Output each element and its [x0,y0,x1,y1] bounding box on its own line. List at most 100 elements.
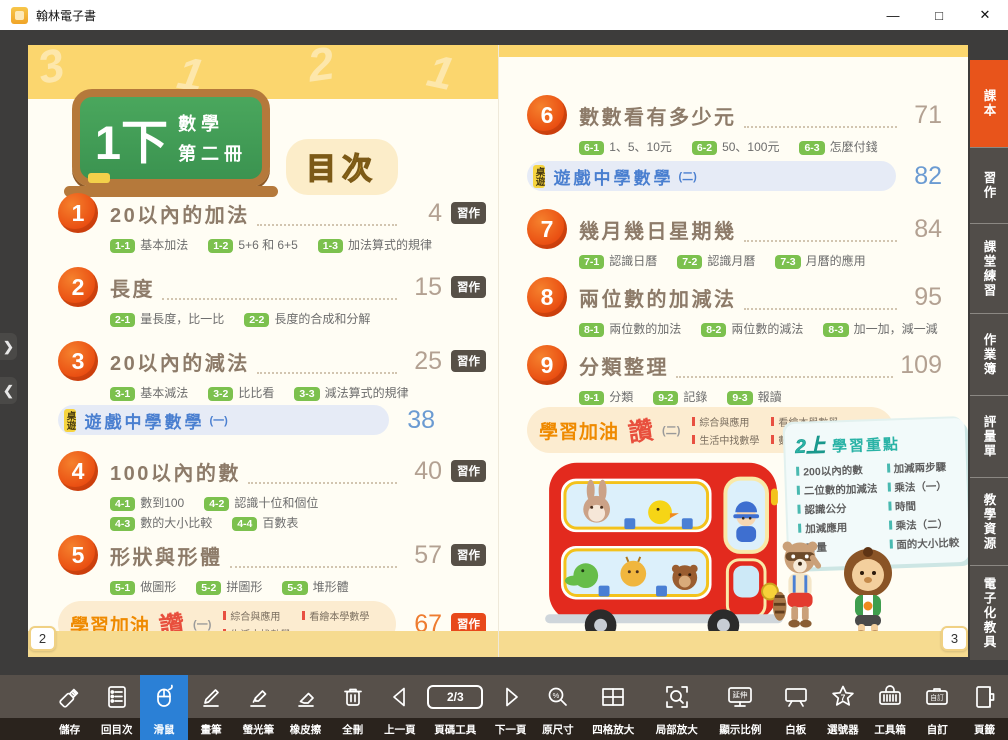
toc-subsection[interactable]: 8-1兩位數的加法 [579,320,681,337]
tool-toolbox[interactable]: 工具箱 [867,675,914,740]
partial-zoom-icon [663,675,691,718]
watermark-digit: 1 [423,45,459,99]
display-ratio-icon: 延伸 [725,675,755,718]
close-button[interactable]: ✕ [962,0,1008,30]
tool-four-grid-zoom[interactable]: 四格放大 [581,675,645,740]
chapter-link[interactable]: 8 兩位數的加減法 95 [527,277,942,317]
toc-subsection[interactable]: 3-3減法算式的規律 [294,384,408,401]
toc-subsection[interactable]: 4-1數到100 [110,494,184,511]
chapter-subsections: 6-11、5、10元 6-250、100元 6-3怎麼付錢 [579,138,942,155]
workbook-badge[interactable]: 習作 [451,460,486,482]
workbook-badge[interactable]: 習作 [451,202,486,224]
tab-teaching-resources[interactable]: 教學資源 [970,478,1008,566]
toc-subsection[interactable]: 3-2比比看 [208,384,274,401]
dotted-leader [744,298,898,310]
toc-subsection[interactable]: 6-250、100元 [692,138,780,155]
toc-subsection[interactable]: 2-1量長度，比一比 [110,310,224,327]
chapter-link[interactable]: 5 形狀與形體 57 習作 [58,535,486,575]
school-bus-illustration [539,437,787,645]
tool-eraser[interactable]: 橡皮擦 [282,675,329,740]
tab-digital-tools[interactable]: 電子化教具 [970,566,1008,660]
dotted-leader [744,116,898,128]
toc-list-right: 6 數數看有多少元 71 6-11、5、10元 6-250、100元 6-3怎麼… [527,95,942,453]
toc-subsection[interactable]: 5-2拼圖形 [196,578,262,595]
chapter-title: 20以內的減法 [110,347,250,376]
tool-next-page[interactable]: 下一頁 [487,675,534,740]
toc-subsection[interactable]: 4-4百數表 [232,514,298,531]
workbook-badge[interactable]: 習作 [451,544,486,566]
dotted-leader [162,288,397,300]
toc-subsection[interactable]: 3-1基本減法 [110,384,188,401]
page-right: 6 數數看有多少元 71 6-11、5、10元 6-250、100元 6-3怎麼… [498,45,968,657]
sidebar-expand-button[interactable]: ❯ [0,333,17,360]
toc-subsection[interactable]: 1-1基本加法 [110,236,188,253]
boardgame-row-2: 桌遊 遊戲中學數學 (二) 82 [527,161,942,191]
toc-subsection[interactable]: 6-11、5、10元 [579,138,672,155]
toc-subsection[interactable]: 7-3月曆的應用 [775,252,865,269]
page-number-badge-right[interactable]: 3 [941,626,968,651]
boardgame-link[interactable]: 桌遊 遊戲中學數學 (一) [58,405,389,435]
workbook-badge[interactable]: 習作 [451,350,486,372]
boardgame-link[interactable]: 桌遊 遊戲中學數學 (二) [527,161,896,191]
tool-original-size[interactable]: % 原尺寸 [534,675,581,740]
tool-whiteboard[interactable]: 白板 [772,675,819,740]
chapter-link[interactable]: 1 20以內的加法 4 習作 [58,193,486,233]
chapter-link[interactable]: 6 數數看有多少元 71 [527,95,942,135]
chapter-title: 20以內的加法 [110,199,250,228]
chapter-link[interactable]: 2 長度 15 習作 [58,267,486,307]
tab-workbook[interactable]: 習作 [970,148,1008,224]
tool-save[interactable]: 儲存 [46,675,93,740]
tool-partial-zoom[interactable]: 局部放大 [645,675,709,740]
toc-subsection[interactable]: 9-3報讀 [727,388,781,405]
maximize-button[interactable]: □ [916,0,962,30]
sidebar-collapse-button[interactable]: ❮ [0,377,17,404]
tool-highlighter[interactable]: 螢光筆 [235,675,282,740]
toc-subsection[interactable]: 5-3堆形體 [282,578,348,595]
tool-prev-page[interactable]: 上一頁 [376,675,423,740]
toc-subsection[interactable]: 9-2記錄 [653,388,707,405]
tab-homework-book[interactable]: 作業簿 [970,314,1008,396]
chapter-link[interactable]: 3 20以內的減法 25 習作 [58,341,486,381]
toc-subsection[interactable]: 9-1分類 [579,388,633,405]
boardgame-badge: 桌遊 [64,409,76,432]
tool-number-picker[interactable]: 7 選號器 [819,675,866,740]
toc-subsection[interactable]: 7-1認識日曆 [579,252,657,269]
toc-subsection[interactable]: 8-2兩位數的減法 [701,320,803,337]
dotted-leader [257,214,397,226]
tab-assessment-sheet[interactable]: 評量單 [970,396,1008,478]
chapter-link[interactable]: 7 幾月幾日星期幾 84 [527,209,942,249]
tool-page-tab[interactable]: 頁籤 [961,675,1008,740]
tool-delete-all[interactable]: 全刪 [329,675,376,740]
workbook-badge[interactable]: 習作 [451,276,486,298]
chapter-subsections: 5-1做圖形 5-2拼圖形 5-3堆形體 [110,578,486,595]
tab-class-practice[interactable]: 課堂練習 [970,224,1008,314]
toc-subsection[interactable]: 1-3加法算式的規律 [318,236,432,253]
tool-display-ratio[interactable]: 延伸 顯示比例 [709,675,773,740]
chapter-link[interactable]: 9 分類整理 109 [527,345,942,385]
chapter-link[interactable]: 4 100以內的數 40 習作 [58,451,486,491]
tool-mouse[interactable]: 滑鼠 [140,675,187,740]
chapter-title: 幾月幾日星期幾 [579,215,737,244]
minimize-button[interactable]: — [870,0,916,30]
toc-subsection[interactable]: 7-2認識月曆 [677,252,755,269]
tool-back-to-toc[interactable]: 回目次 [93,675,140,740]
toc-chapter-2: 2 長度 15 習作 2-1量長度，比一比 2-2長度的合成和分解 [58,267,486,327]
chapter-title: 兩位數的加減法 [579,283,737,312]
toc-subsection[interactable]: 6-3怎麼付錢 [799,138,877,155]
custom-briefcase-icon: 自訂 [923,675,951,718]
tool-custom[interactable]: 自訂 自訂 [914,675,961,740]
toc-subsection[interactable]: 4-2認識十位和個位 [204,494,318,511]
toc-subsection[interactable]: 4-3數的大小比較 [110,514,212,531]
page-number-badge-left[interactable]: 2 [29,626,56,651]
chapter-number: 3 [58,341,98,381]
toc-subsection[interactable]: 2-2長度的合成和分解 [244,310,370,327]
tool-page-indicator[interactable]: 2/3 頁碼工具 [424,675,488,740]
toc-subsection[interactable]: 5-1做圖形 [110,578,176,595]
tool-pen[interactable]: 畫筆 [188,675,235,740]
tab-textbook[interactable]: 課本 [970,60,1008,148]
toc-list-left: 1 20以內的加法 4 習作 1-1基本加法 1-25+6 和 6+5 1-3加… [58,193,486,647]
chapter-title: 分類整理 [579,351,669,380]
toc-subsection[interactable]: 1-25+6 和 6+5 [208,236,298,253]
watermark-digit: 3 [33,45,69,95]
toc-subsection[interactable]: 8-3加一加，減一減 [823,320,937,337]
